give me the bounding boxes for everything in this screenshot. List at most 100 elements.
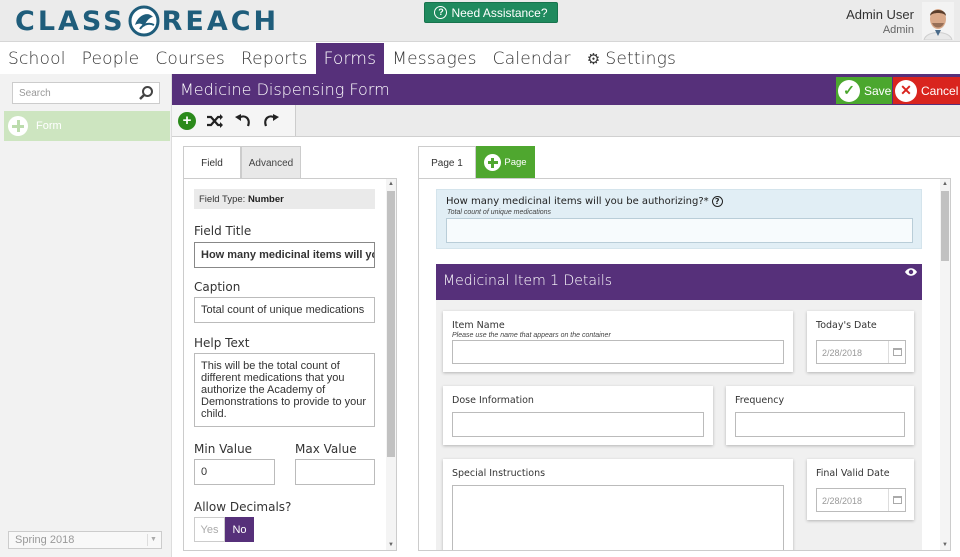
redo-icon[interactable]	[262, 112, 280, 130]
nav-reports[interactable]: Reports	[233, 43, 316, 74]
final-valid-date-input[interactable]: 2/28/2018	[816, 488, 906, 512]
item-name-label: Item Name	[452, 320, 505, 331]
sidebar-item-form[interactable]: Form	[4, 111, 170, 141]
scrollbar-thumb[interactable]	[941, 191, 949, 261]
nav-messages[interactable]: Messages	[384, 43, 484, 74]
chevron-down-icon: ▼	[147, 534, 159, 546]
special-instructions-label: Special Instructions	[452, 468, 546, 479]
scroll-down-icon[interactable]: ▼	[386, 540, 396, 550]
frequency-field[interactable]: Frequency	[726, 386, 914, 445]
form-canvas: How many medicinal items will you be aut…	[418, 178, 951, 551]
field-title-label: Field Title	[194, 224, 252, 238]
question-title: How many medicinal items will you be aut…	[446, 196, 723, 207]
field-title-input[interactable]: How many medicinal items will yo	[194, 242, 375, 268]
nav-settings-label: Settings	[605, 48, 677, 69]
save-button[interactable]: ✓ Save	[836, 77, 892, 104]
assist-label: Need Assistance?	[451, 5, 548, 20]
nav-forms[interactable]: Forms	[315, 43, 385, 74]
nav-courses[interactable]: Courses	[147, 43, 233, 74]
add-circle-icon	[484, 154, 502, 171]
question-field-selected[interactable]: How many medicinal items will you be aut…	[436, 189, 922, 249]
need-assistance-button[interactable]: ? Need Assistance?	[424, 2, 558, 23]
final-valid-date-field[interactable]: Final Valid Date 2/28/2018	[807, 459, 914, 520]
user-name: Admin User	[846, 7, 914, 22]
cancel-label: Cancel	[921, 83, 959, 98]
special-instructions-field[interactable]: Special Instructions	[443, 459, 793, 550]
item-name-field[interactable]: Item Name Please use the name that appea…	[443, 311, 793, 372]
term-select[interactable]: Spring 2018 ▼	[8, 531, 162, 549]
field-type-value: Number	[247, 194, 284, 205]
item-name-input[interactable]	[452, 340, 784, 364]
tab-page-1[interactable]: Page 1	[418, 146, 476, 179]
add-circle-icon	[8, 116, 28, 136]
field-panel-scrollbar[interactable]: ▲ ▼	[386, 179, 396, 550]
calendar-icon[interactable]	[888, 341, 905, 363]
search-icon[interactable]	[138, 85, 154, 101]
scroll-up-icon[interactable]: ▲	[386, 179, 396, 189]
frequency-input[interactable]	[735, 412, 905, 437]
help-text-label: Help Text	[194, 336, 250, 350]
globe-icon	[128, 5, 160, 37]
avatar[interactable]	[922, 2, 954, 40]
max-value-label: Max Value	[295, 442, 357, 456]
decimals-yes-option[interactable]: Yes	[194, 517, 225, 542]
allow-decimals-label: Allow Decimals?	[194, 500, 292, 514]
min-value-input[interactable]: 0	[194, 459, 275, 485]
field-type-display: Field Type: Number	[194, 189, 375, 209]
help-circle-icon: ?	[434, 6, 448, 19]
final-valid-date-value: 2/28/2018	[822, 496, 863, 506]
dose-information-input[interactable]	[452, 412, 704, 437]
save-label: Save	[864, 83, 892, 98]
todays-date-input[interactable]: 2/28/2018	[816, 340, 906, 364]
field-properties-panel: Field Type: Number Field Title How many …	[183, 178, 397, 551]
special-instructions-input[interactable]	[452, 485, 784, 550]
field-type-label: Field Type:	[199, 194, 246, 205]
dose-information-field[interactable]: Dose Information	[443, 386, 713, 445]
shuffle-icon[interactable]	[206, 112, 224, 130]
toolbar-group: +	[172, 105, 296, 136]
calendar-icon[interactable]	[888, 489, 905, 511]
scroll-down-icon[interactable]: ▼	[940, 540, 950, 550]
classreach-logo[interactable]: CLASS REACH	[15, 4, 279, 38]
nav-people[interactable]: People	[74, 43, 148, 74]
add-field-icon[interactable]: +	[178, 111, 196, 130]
gear-icon: ⚙	[586, 49, 601, 68]
user-role: Admin	[882, 24, 914, 36]
tab-advanced[interactable]: Advanced	[241, 146, 301, 179]
nav-school[interactable]: School	[0, 43, 74, 74]
close-icon: ✕	[895, 79, 917, 102]
todays-date-value: 2/28/2018	[822, 348, 863, 358]
cancel-button[interactable]: ✕ Cancel	[893, 77, 960, 104]
search-input[interactable]: Search	[12, 82, 160, 104]
allow-decimals-toggle: Yes No	[194, 517, 254, 542]
canvas-scrollbar[interactable]: ▲ ▼	[940, 179, 950, 550]
help-circle-icon[interactable]: ?	[711, 196, 723, 207]
add-page-button[interactable]: Page	[476, 146, 535, 179]
question-caption: Total count of unique medications	[447, 209, 552, 216]
nav-calendar[interactable]: Calendar	[485, 43, 579, 74]
todays-date-label: Today's Date	[816, 320, 877, 331]
help-text-input[interactable]: This will be the total count of differen…	[194, 353, 375, 427]
tab-field[interactable]: Field	[183, 146, 241, 179]
caption-label: Caption	[194, 280, 241, 294]
undo-icon[interactable]	[234, 112, 252, 130]
app-header: CLASS REACH ? Need Assistance? Admin Use…	[0, 0, 960, 42]
eye-icon[interactable]	[904, 267, 918, 277]
form-title: Medicine Dispensing Form	[180, 80, 390, 99]
scrollbar-thumb[interactable]	[387, 191, 395, 457]
check-icon: ✓	[838, 79, 860, 102]
caption-input[interactable]: Total count of unique medications	[194, 297, 375, 323]
decimals-no-option[interactable]: No	[225, 517, 254, 542]
user-menu[interactable]: Admin User Admin	[846, 7, 914, 36]
nav-settings[interactable]: ⚙ Settings	[579, 43, 684, 74]
section-header[interactable]: Medicinal Item 1 Details	[436, 264, 922, 300]
scroll-up-icon[interactable]: ▲	[940, 179, 950, 189]
question-number-input[interactable]	[446, 218, 913, 243]
todays-date-field[interactable]: Today's Date 2/28/2018	[807, 311, 914, 372]
left-sidebar: Search Form Spring 2018 ▼	[0, 74, 172, 557]
max-value-input[interactable]	[295, 459, 375, 485]
term-value: Spring 2018	[15, 534, 75, 546]
page-tabs: Page 1 Page	[418, 146, 535, 179]
sidebar-item-label: Form	[36, 120, 62, 132]
main-nav: School People Courses Reports Forms Mess…	[0, 43, 960, 74]
